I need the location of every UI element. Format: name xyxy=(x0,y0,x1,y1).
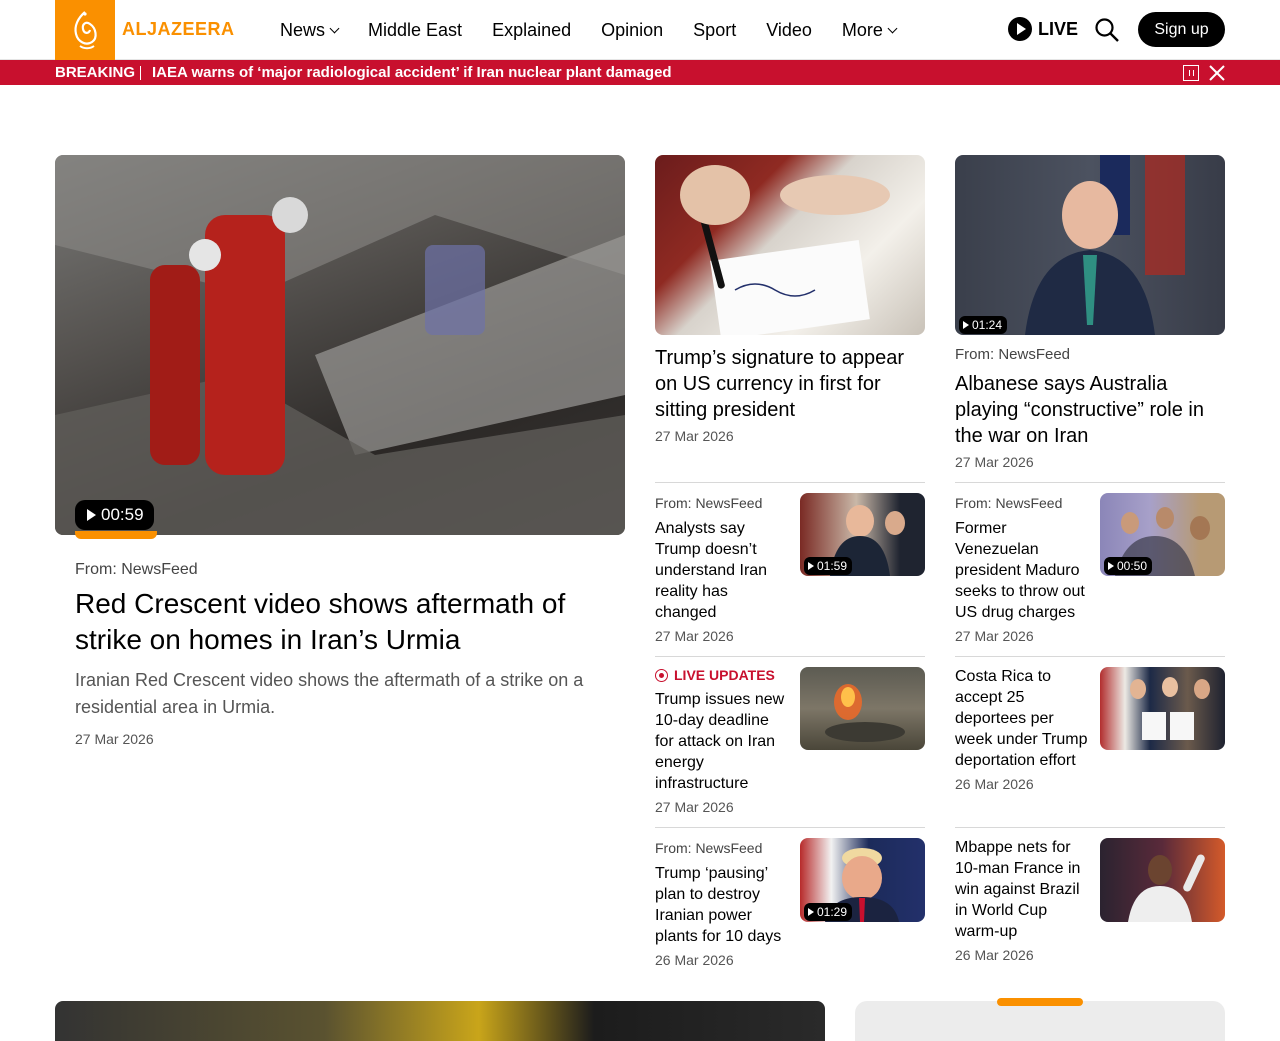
story-thumbnail[interactable] xyxy=(1100,838,1225,922)
video-duration-badge: 01:24 xyxy=(959,316,1008,334)
story-headline-link[interactable]: Trump’s signature to appear on US curren… xyxy=(655,345,915,423)
story-headline-link[interactable]: Albanese says Australia playing “constru… xyxy=(955,371,1220,449)
live-icon xyxy=(655,668,668,682)
story-thumbnail[interactable]: 01:59 xyxy=(800,493,925,576)
divider xyxy=(655,827,925,828)
story-date: 26 Mar 2026 xyxy=(655,952,734,968)
story-date: 27 Mar 2026 xyxy=(655,628,734,644)
nav-item-news[interactable]: News xyxy=(280,19,340,41)
nav-item-explained[interactable]: Explained xyxy=(492,20,571,41)
close-icon[interactable] xyxy=(1208,64,1226,82)
story-thumbnail[interactable]: 00:50 xyxy=(1100,493,1225,576)
duration-label: 00:50 xyxy=(1117,559,1148,573)
story-headline-link[interactable]: Trump ‘pausing’ plan to destroy Iranian … xyxy=(655,863,790,947)
main-story-image[interactable] xyxy=(55,155,625,535)
story-thumbnail[interactable]: 01:29 xyxy=(800,838,925,922)
live-updates-badge: LIVE UPDATES xyxy=(655,667,775,683)
nav-item-video[interactable]: Video xyxy=(766,20,812,41)
nav-item-sport[interactable]: Sport xyxy=(693,20,736,41)
nav-item-label: Sport xyxy=(693,19,737,40)
story-date: 27 Mar 2026 xyxy=(655,428,734,444)
divider xyxy=(655,656,925,657)
story-date: 27 Mar 2026 xyxy=(655,799,734,815)
main-story-summary: Iranian Red Crescent video shows the aft… xyxy=(75,670,584,717)
nav-item-opinion[interactable]: Opinion xyxy=(601,20,663,41)
next-section-image[interactable] xyxy=(55,1001,825,1041)
site-header: ALJAZEERA News Middle East Explained Opi… xyxy=(0,0,1280,60)
story-headline-link[interactable]: Analysts say Trump doesn’t understand Ir… xyxy=(655,518,790,623)
story-thumbnail[interactable] xyxy=(1100,667,1225,750)
duration-label: 01:29 xyxy=(817,905,848,919)
nav-item-label: Opinion xyxy=(601,19,664,40)
story-image[interactable] xyxy=(655,155,925,335)
story-date: 27 Mar 2026 xyxy=(955,454,1034,470)
nav-item-more[interactable]: More xyxy=(841,19,898,41)
video-duration-badge: 01:59 xyxy=(804,557,853,575)
live-button[interactable]: LIVE xyxy=(1008,17,1078,41)
divider xyxy=(955,482,1225,483)
story-headline-link[interactable]: Costa Rica to accept 25 deportees per we… xyxy=(955,666,1095,771)
duration-label: 01:24 xyxy=(972,318,1003,332)
aljazeera-logo-icon[interactable] xyxy=(55,0,115,60)
video-duration-badge: 01:29 xyxy=(804,903,853,921)
divider xyxy=(655,482,925,483)
story-headline-link[interactable]: Trump issues new 10-day deadline for att… xyxy=(655,689,790,794)
chevron-down-icon xyxy=(887,23,898,33)
main-story-headline-link[interactable]: Red Crescent video shows aftermath of st… xyxy=(75,586,605,658)
live-updates-label: LIVE UPDATES xyxy=(674,667,775,683)
sidebar-panel xyxy=(855,1001,1225,1041)
play-circle-icon xyxy=(1008,17,1032,41)
main-nav: News Middle East Explained Opinion Sport… xyxy=(280,0,926,60)
story-headline-link[interactable]: Mbappe nets for 10-man France in win aga… xyxy=(955,837,1090,942)
divider xyxy=(140,66,141,80)
story-thumbnail[interactable] xyxy=(800,667,925,750)
sign-up-button[interactable]: Sign up xyxy=(1138,12,1225,47)
live-label: LIVE xyxy=(1038,18,1079,39)
nav-item-middle-east[interactable]: Middle East xyxy=(368,20,462,41)
chevron-down-icon xyxy=(329,23,340,33)
duration-label: 01:59 xyxy=(817,559,848,573)
story-source: From: NewsFeed xyxy=(655,495,763,511)
breaking-label: BREAKING xyxy=(55,64,136,81)
video-duration-badge: 00:50 xyxy=(1104,557,1153,575)
nav-item-label: News xyxy=(280,19,326,40)
nav-item-label: Explained xyxy=(492,19,572,40)
duration-label: 00:59 xyxy=(101,505,144,524)
breaking-headline-link[interactable]: IAEA warns of ‘major radiological accide… xyxy=(152,64,672,81)
divider xyxy=(955,656,1225,657)
search-icon[interactable] xyxy=(1094,17,1120,43)
pause-icon[interactable] xyxy=(1183,65,1199,81)
story-date: 26 Mar 2026 xyxy=(955,776,1034,792)
story-image[interactable]: 01:24 xyxy=(955,155,1225,335)
video-duration-badge[interactable]: 00:59 xyxy=(75,500,154,530)
panel-accent xyxy=(997,998,1083,1006)
breaking-news-bar: BREAKING IAEA warns of ‘major radiologic… xyxy=(0,60,1280,85)
story-source: From: NewsFeed xyxy=(955,495,1063,511)
story-date: 26 Mar 2026 xyxy=(955,947,1034,963)
story-date: 27 Mar 2026 xyxy=(955,628,1034,644)
story-headline-link[interactable]: Former Venezuelan president Maduro seeks… xyxy=(955,518,1090,623)
logo-wordmark[interactable]: ALJAZEERA xyxy=(122,19,235,40)
nav-item-label: Middle East xyxy=(368,19,463,40)
story-source: From: NewsFeed xyxy=(75,561,198,578)
duration-accent xyxy=(75,531,157,539)
divider xyxy=(955,827,1225,828)
nav-item-label: More xyxy=(841,19,883,40)
story-source: From: NewsFeed xyxy=(655,840,763,856)
nav-item-label: Video xyxy=(766,19,812,40)
story-source: From: NewsFeed xyxy=(955,346,1071,363)
story-date: 27 Mar 2026 xyxy=(75,731,154,747)
